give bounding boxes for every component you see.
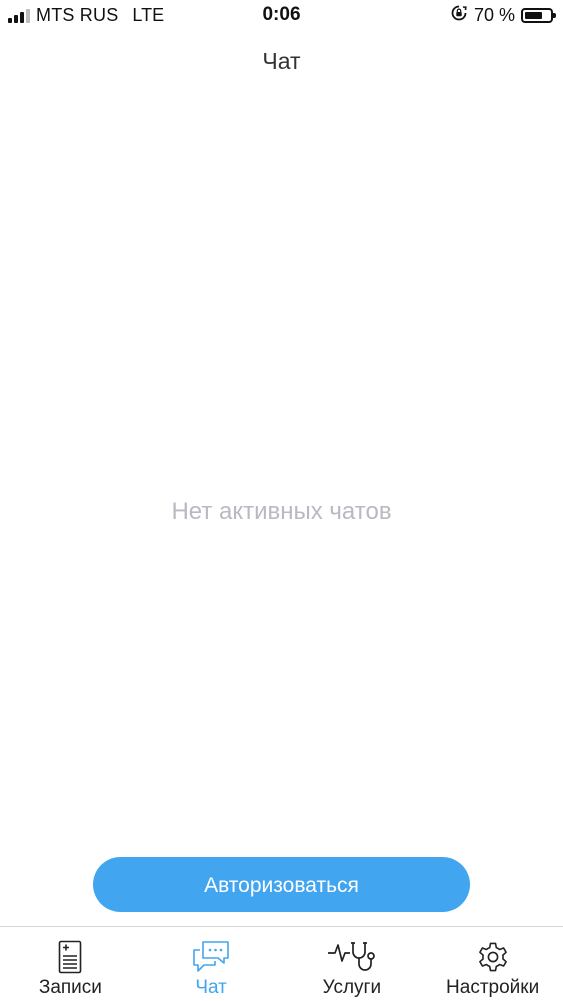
tab-settings[interactable]: Настройки xyxy=(422,927,563,1001)
status-right: 70 % xyxy=(450,4,556,27)
tab-label: Услуги xyxy=(322,977,382,998)
tab-chat[interactable]: Чат xyxy=(141,927,282,1001)
records-icon xyxy=(58,939,82,975)
authorize-button[interactable]: Авторизоваться xyxy=(93,857,470,912)
battery-icon xyxy=(521,8,556,23)
page-title: Чат xyxy=(262,48,301,74)
tab-records[interactable]: Записи xyxy=(0,927,141,1001)
empty-state-text: Нет активных чатов xyxy=(171,498,392,525)
gear-icon xyxy=(476,939,510,975)
battery-percent: 70 % xyxy=(473,5,515,25)
stethoscope-icon xyxy=(327,939,377,975)
tab-label: Записи xyxy=(38,977,102,998)
rotation-lock-icon xyxy=(450,4,468,27)
tab-bar: Записи Чат Услуги Настройки xyxy=(0,926,563,1001)
tab-label: Чат xyxy=(195,977,227,998)
status-bar: MTS RUS LTE 0:06 70 % xyxy=(0,0,563,32)
tab-services[interactable]: Услуги xyxy=(282,927,423,1001)
chat-icon xyxy=(191,939,231,975)
tab-label: Настройки xyxy=(446,977,540,998)
